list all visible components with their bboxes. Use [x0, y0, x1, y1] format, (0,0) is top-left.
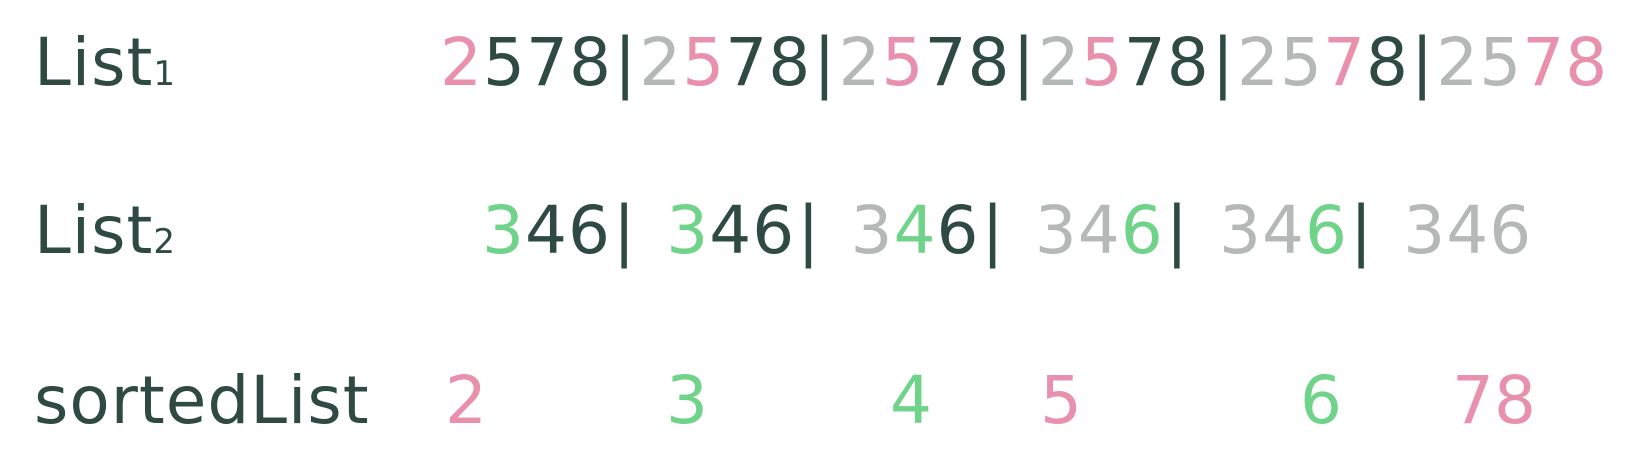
- list2-digit: 6: [936, 192, 980, 269]
- list1-digit: 7: [1522, 24, 1566, 101]
- list1-separator: |: [813, 24, 837, 101]
- sorted-digit: 6: [1300, 362, 1342, 439]
- sorted-digit: 2: [445, 362, 487, 439]
- list1-digit: 5: [483, 24, 526, 101]
- list2-digit: 3: [482, 192, 525, 269]
- list2-digit: 6: [1120, 192, 1164, 269]
- list1-separator: |: [1211, 24, 1235, 101]
- list1-digit: 5: [1479, 24, 1523, 101]
- list2-separator: |: [1350, 192, 1374, 269]
- list1-digit: 5: [881, 24, 925, 101]
- list2-digit: 4: [1077, 192, 1121, 269]
- list2-digit: 6: [1489, 192, 1533, 269]
- list1-digit: 5: [682, 24, 726, 101]
- list1-separator: |: [1411, 24, 1435, 101]
- list2-label: List2: [34, 192, 176, 269]
- list1-digit: 7: [1123, 24, 1167, 101]
- list1-digit: 8: [768, 24, 812, 101]
- list1-digit: 7: [725, 24, 769, 101]
- list1-digit: 8: [569, 24, 612, 101]
- list1-digit: 2: [440, 24, 483, 101]
- sorted-digit: 78: [1452, 362, 1536, 439]
- list2-digit: 6: [1305, 192, 1348, 269]
- list1-digit: 5: [1280, 24, 1323, 101]
- list2-digit: 3: [1219, 192, 1262, 269]
- sorted-digit: 5: [1040, 362, 1082, 439]
- list1-separator: |: [614, 24, 638, 101]
- list1-digit: 8: [1366, 24, 1409, 101]
- list1-digit: 7: [1323, 24, 1366, 101]
- list2-digit: 4: [893, 192, 937, 269]
- list1-digit: 8: [1565, 24, 1609, 101]
- merge-diagram: List1 List2 sortedList 2578|2578|2578|25…: [0, 0, 1628, 474]
- sorted-digit: 4: [890, 362, 932, 439]
- sorted-list-label: sortedList: [34, 362, 370, 439]
- list2-sequence: 346| 346| 346| 346| 346| 346: [482, 198, 1532, 264]
- list1-digit: 2: [1037, 24, 1081, 101]
- list2-digit: 6: [752, 192, 796, 269]
- list1-digit: 2: [639, 24, 683, 101]
- list2-digit: 4: [709, 192, 753, 269]
- list1-digit: 2: [838, 24, 882, 101]
- list2-digit: 3: [1034, 192, 1078, 269]
- list2-separator: |: [613, 192, 637, 269]
- list1-label: List1: [34, 24, 176, 101]
- list1-sequence: 2578|2578|2578|2578|2578|2578: [440, 30, 1608, 96]
- list1-digit: 7: [924, 24, 968, 101]
- list1-digit: 7: [526, 24, 569, 101]
- list2-digit: 4: [1262, 192, 1305, 269]
- list1-separator: |: [1012, 24, 1036, 101]
- list2-separator: |: [981, 192, 1005, 269]
- list2-digit: 4: [525, 192, 568, 269]
- list2-separator: |: [797, 192, 821, 269]
- list2-digit: 3: [1403, 192, 1447, 269]
- list2-separator: |: [1165, 192, 1189, 269]
- list2-digit: 3: [666, 192, 710, 269]
- list1-digit: 8: [967, 24, 1011, 101]
- list2-digit: 3: [850, 192, 894, 269]
- list2-digit: 6: [568, 192, 611, 269]
- list1-digit: 2: [1436, 24, 1480, 101]
- list1-subscript: 1: [153, 54, 176, 94]
- list1-digit: 2: [1237, 24, 1280, 101]
- list1-digit: 8: [1166, 24, 1210, 101]
- list2-digit: 4: [1446, 192, 1490, 269]
- sorted-digit: 3: [666, 362, 708, 439]
- list1-digit: 5: [1080, 24, 1124, 101]
- list2-subscript: 2: [153, 222, 176, 262]
